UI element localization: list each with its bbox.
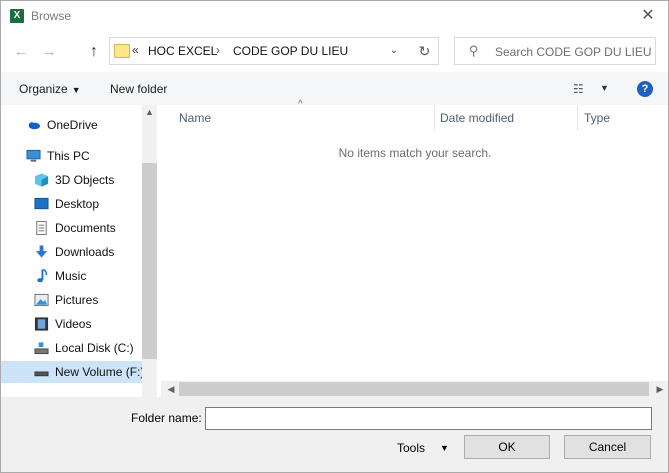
view-dropdown-icon[interactable]: ▼ xyxy=(600,83,609,93)
address-bar[interactable]: « HOC EXCEL › CODE GOP DU LIEU ⌄ xyxy=(109,37,439,65)
search-box[interactable]: ⚲ Search CODE GOP DU LIEU xyxy=(454,37,656,65)
picture-icon xyxy=(34,293,49,307)
folder-icon xyxy=(114,44,130,58)
nav-label: Downloads xyxy=(55,245,115,259)
nav-item-new-volume-f[interactable]: New Volume (F:) xyxy=(1,361,145,383)
nav-item-this-pc[interactable]: This PC xyxy=(26,145,142,167)
dropdown-arrow-icon: ▼ xyxy=(71,85,81,95)
ok-button[interactable]: OK xyxy=(464,435,550,459)
close-icon: ✕ xyxy=(641,7,655,24)
nav-item-desktop[interactable]: Desktop xyxy=(34,193,142,215)
chevron-down-icon: ⌄ xyxy=(389,45,399,56)
up-button[interactable]: ↑ xyxy=(83,41,105,63)
empty-message: No items match your search. xyxy=(338,146,492,160)
nav-label: 3D Objects xyxy=(55,173,115,187)
nav-label: Videos xyxy=(55,317,92,331)
breadcrumb-code-gop-du-lieu[interactable]: CODE GOP DU LIEU xyxy=(233,44,348,58)
scroll-right-icon[interactable]: ▶ xyxy=(652,381,668,397)
browse-dialog: X Browse ✕ ← → ↑ « HOC EXCEL › CODE GOP … xyxy=(0,0,669,473)
nav-label: OneDrive xyxy=(47,118,98,132)
breadcrumb-separator[interactable]: › xyxy=(216,43,220,57)
nav-item-videos[interactable]: Videos xyxy=(34,313,142,335)
organize-label: Organize xyxy=(19,82,68,96)
column-header-name[interactable]: Name xyxy=(179,111,211,125)
dialog-footer: Folder name: Tools ▼ OK Cancel xyxy=(1,397,668,472)
nav-item-documents[interactable]: Documents xyxy=(34,217,142,239)
nav-item-pictures[interactable]: Pictures xyxy=(34,289,142,311)
nav-label: Music xyxy=(55,269,87,283)
search-icon: ⚲ xyxy=(469,43,479,58)
column-header-type[interactable]: Type xyxy=(584,111,610,125)
refresh-icon: ↻ xyxy=(418,43,431,59)
nav-item-downloads[interactable]: Downloads xyxy=(34,241,142,263)
nav-label: Pictures xyxy=(55,293,99,307)
scroll-up-icon[interactable]: ▲ xyxy=(142,107,157,121)
document-icon xyxy=(36,221,47,235)
drive-icon xyxy=(34,342,49,355)
scrollbar-thumb[interactable] xyxy=(179,382,649,396)
address-dropdown[interactable]: ⌄ xyxy=(379,38,408,64)
film-icon xyxy=(34,317,49,331)
back-arrow-icon: ← xyxy=(13,43,29,60)
back-button[interactable]: ← xyxy=(10,41,32,63)
nav-label: This PC xyxy=(47,149,90,163)
nav-item-music[interactable]: Music xyxy=(34,265,142,287)
forward-button[interactable]: → xyxy=(38,41,60,63)
computer-icon xyxy=(26,149,41,162)
command-bar: Organize ▼ New folder ☷ ▼ ? xyxy=(1,72,668,105)
cube-icon xyxy=(34,173,49,187)
drive-icon xyxy=(34,371,49,377)
new-folder-button[interactable]: New folder xyxy=(110,82,167,96)
navigation-pane: OneDrive This PC 3D Objects Desktop Docu… xyxy=(1,105,158,397)
download-icon xyxy=(35,245,48,258)
close-button[interactable]: ✕ xyxy=(634,5,662,27)
refresh-button[interactable]: ↻ xyxy=(411,37,439,65)
column-divider[interactable] xyxy=(577,105,578,131)
help-icon[interactable]: ? xyxy=(637,81,653,97)
file-list: ^ Name Date modified Type No items match… xyxy=(158,99,668,397)
column-header-date-modified[interactable]: Date modified xyxy=(440,111,514,125)
nav-label: New Volume (F:) xyxy=(55,365,145,379)
up-arrow-icon: ↑ xyxy=(90,43,98,60)
organize-button[interactable]: Organize ▼ xyxy=(19,82,81,96)
nav-item-local-disk-c[interactable]: Local Disk (C:) xyxy=(34,337,142,359)
nav-item-3d-objects[interactable]: 3D Objects xyxy=(34,169,142,191)
nav-item-onedrive[interactable]: OneDrive xyxy=(26,114,142,136)
forward-arrow-icon: → xyxy=(41,43,57,60)
window-title: Browse xyxy=(31,9,72,23)
tools-button[interactable]: Tools xyxy=(397,441,425,455)
cancel-button[interactable]: Cancel xyxy=(564,435,651,459)
nav-label: Desktop xyxy=(55,197,100,211)
navigation-bar: ← → ↑ « HOC EXCEL › CODE GOP DU LIEU ⌄ ↻… xyxy=(1,32,668,72)
search-input[interactable]: Search CODE GOP DU LIEU xyxy=(495,45,652,59)
cloud-icon xyxy=(28,122,41,130)
nav-label: Local Disk (C:) xyxy=(55,341,134,355)
horizontal-scrollbar[interactable]: ◀ ▶ xyxy=(161,381,668,397)
sort-up-icon: ^ xyxy=(298,99,303,110)
excel-icon: X xyxy=(10,9,24,23)
nav-label: Documents xyxy=(55,221,116,235)
tools-dropdown-icon[interactable]: ▼ xyxy=(440,443,449,453)
folder-name-input[interactable] xyxy=(205,407,652,430)
breadcrumb-hoc-excel[interactable]: HOC EXCEL xyxy=(148,44,217,58)
scroll-left-icon[interactable]: ◀ xyxy=(163,381,179,397)
view-options-icon[interactable]: ☷ xyxy=(573,82,584,96)
folder-name-label: Folder name: xyxy=(131,411,202,425)
title-bar: X Browse ✕ xyxy=(1,1,668,32)
breadcrumb-overflow[interactable]: « xyxy=(132,43,139,57)
scrollbar-thumb[interactable] xyxy=(142,163,157,359)
column-divider[interactable] xyxy=(434,105,435,131)
desktop-icon xyxy=(34,197,49,210)
navigation-scrollbar[interactable]: ▲ xyxy=(142,105,157,397)
music-note-icon xyxy=(37,269,48,283)
